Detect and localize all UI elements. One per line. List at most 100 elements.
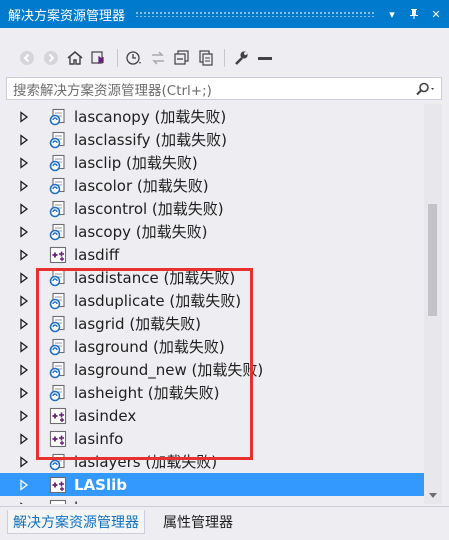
bottom-tab-strip: 解决方案资源管理器 属性管理器 [0,506,449,540]
tree-item-label: lasdiff [74,245,120,264]
expand-arrow-icon[interactable] [19,271,29,284]
tree-item-label: lasmerge [74,499,144,505]
scrollbar-thumb[interactable] [428,204,437,316]
solution-tree: lascanopy (加载失败) lasclassify (加载失败) lascli… [0,104,424,504]
properties-wrench-icon[interactable] [230,47,252,69]
vs-switch-views-icon[interactable] [88,47,110,69]
tree-item-label: lasindex [74,406,137,425]
failed-project-icon [49,108,67,126]
dash-icon[interactable] [254,47,276,69]
pending-changes-filter-icon[interactable] [123,47,145,69]
copy-icon[interactable] [195,47,217,69]
failed-project-icon [49,453,67,471]
search-input[interactable]: 搜索解决方案资源管理器(Ctrl+;) [7,79,411,99]
tree-item[interactable]: lasdiff [0,243,424,266]
search-box[interactable]: 搜索解决方案资源管理器(Ctrl+;) [6,77,442,100]
tab-solution-explorer[interactable]: 解决方案资源管理器 [7,510,145,534]
cpp-project-icon [49,407,67,425]
expand-arrow-icon[interactable] [19,317,29,330]
tree-item[interactable]: lasmerge [0,496,424,504]
failed-project-icon [49,269,67,287]
tree-item[interactable]: lasground (加载失败) [0,335,424,358]
expand-arrow-icon[interactable] [19,455,29,468]
forward-icon[interactable] [40,47,62,69]
tree-item[interactable]: lascanopy (加载失败) [0,105,424,128]
tree-item-label: LASlib [74,475,127,494]
drag-grip[interactable] [135,11,375,17]
failed-project-icon [49,361,67,379]
failed-project-icon [49,384,67,402]
failed-project-icon [49,315,67,333]
failed-project-icon [49,200,67,218]
expand-arrow-icon[interactable] [19,294,29,307]
tree-item-label: lasclip (加载失败) [74,154,198,172]
cpp-project-icon [49,476,67,494]
tree-item[interactable]: lasduplicate (加载失败) [0,289,424,312]
tree-item-label: lasgrid (加载失败) [74,315,202,333]
failed-project-icon [49,131,67,149]
dropdown-icon[interactable]: ▾ [383,4,401,24]
expand-arrow-icon[interactable] [19,248,29,261]
expand-arrow-icon[interactable] [19,202,29,215]
failed-project-icon [49,154,67,172]
cpp-project-icon [49,430,67,448]
tree-item-label: lascanopy (加载失败) [74,108,227,126]
tree-item[interactable]: lascontrol (加载失败) [0,197,424,220]
expand-arrow-icon[interactable] [19,133,29,146]
tree-item-label: lasground_new (加载失败) [74,361,264,379]
expand-arrow-icon[interactable] [19,409,29,422]
failed-project-icon [49,292,67,310]
tree-item-label: lasdistance (加载失败) [74,269,236,287]
toolbar [0,43,449,73]
tree-item-label: lascontrol (加载失败) [74,200,224,218]
cpp-project-icon [49,246,67,264]
panel-title: 解决方案资源管理器 [8,8,126,24]
home-icon[interactable] [64,47,86,69]
tree-item[interactable]: lasgrid (加载失败) [0,312,424,335]
expand-arrow-icon[interactable] [19,478,29,491]
tree-item[interactable]: lasheight (加载失败) [0,381,424,404]
failed-project-icon [49,177,67,195]
tree-item[interactable]: lasindex [0,404,424,427]
tree-item[interactable]: laslayers (加载失败) [0,450,424,473]
tree-item-label: lascolor (加载失败) [74,177,209,195]
tree-item[interactable]: lascolor (加载失败) [0,174,424,197]
tree-item-label: lasground (加载失败) [74,338,225,356]
tree-item-label: lasinfo [74,429,124,448]
expand-arrow-icon[interactable] [19,340,29,353]
collapse-all-icon[interactable] [171,47,193,69]
expand-arrow-icon[interactable] [19,110,29,123]
tree-item-label: lasduplicate (加载失败) [74,292,242,310]
close-icon[interactable]: ✕ [427,4,445,24]
toolbar-separator [117,49,118,67]
vertical-scrollbar[interactable] [424,104,442,504]
tree-item[interactable]: LASlib [0,473,424,496]
expand-arrow-icon[interactable] [19,386,29,399]
tree-item[interactable]: lasground_new (加载失败) [0,358,424,381]
sync-icon[interactable] [147,47,169,69]
failed-project-icon [49,223,67,241]
tree-item-label: lascopy (加载失败) [74,223,208,241]
expand-arrow-icon[interactable] [19,432,29,445]
toolbar-separator [224,49,225,67]
tree-item[interactable]: lasdistance (加载失败) [0,266,424,289]
tree-item[interactable]: lasclassify (加载失败) [0,128,424,151]
expand-arrow-icon[interactable] [19,363,29,376]
scroll-down-arrow-icon[interactable] [428,492,438,500]
title-bar: 解决方案资源管理器 ▾ ✕ [0,0,449,28]
expand-arrow-icon[interactable] [19,179,29,192]
failed-project-icon [49,338,67,356]
tree-item-label: laslayers (加载失败) [74,453,218,471]
expand-arrow-icon[interactable] [19,225,29,238]
back-icon[interactable] [16,47,38,69]
expand-arrow-icon[interactable] [19,156,29,169]
tree-item[interactable]: lasclip (加载失败) [0,151,424,174]
tree-item-label: lasclassify (加载失败) [74,131,227,149]
expand-arrow-icon[interactable] [19,501,29,504]
cpp-project-icon [49,499,67,504]
pin-icon[interactable] [405,4,423,24]
tree-item[interactable]: lascopy (加载失败) [0,220,424,243]
search-icon[interactable] [411,82,441,96]
tab-property-manager[interactable]: 属性管理器 [158,510,238,534]
tree-item[interactable]: lasinfo [0,427,424,450]
